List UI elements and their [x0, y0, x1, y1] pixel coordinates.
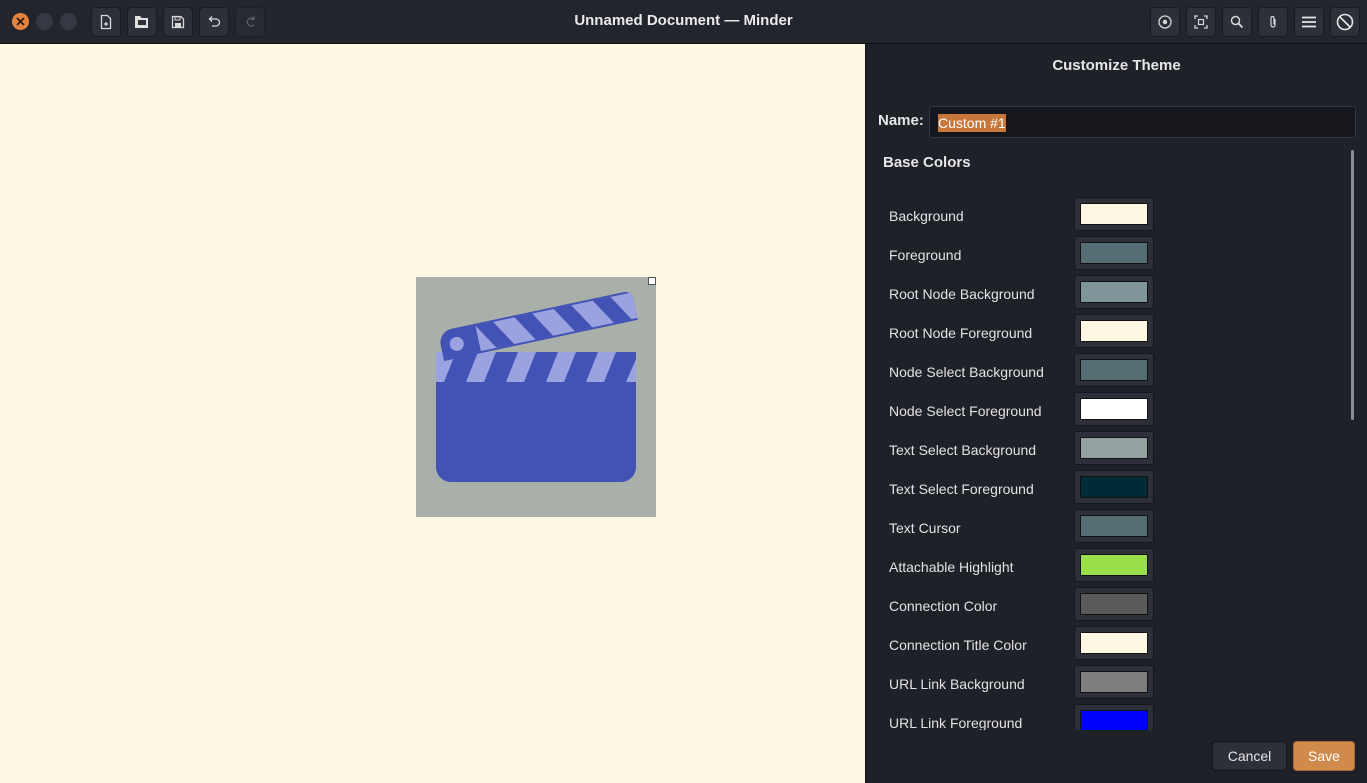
paperclip-icon	[1270, 15, 1276, 28]
color-row: Connection Title Color	[866, 625, 1346, 664]
color-swatch	[1080, 632, 1148, 654]
color-row: URL Link Background	[866, 664, 1346, 703]
color-row: Text Cursor	[866, 508, 1346, 547]
color-swatch	[1080, 398, 1148, 420]
base-colors-title: Base Colors	[883, 154, 971, 171]
new-document-button[interactable]	[91, 7, 121, 37]
title-bar: Unnamed Document — Minder	[0, 0, 1367, 44]
undo-button[interactable]	[199, 7, 229, 37]
color-picker-button[interactable]	[1074, 665, 1154, 699]
color-row: Text Select Foreground	[866, 469, 1346, 508]
color-row: Connection Color	[866, 586, 1346, 625]
save-document-button[interactable]	[163, 7, 193, 37]
redo-button[interactable]	[235, 7, 265, 37]
search-button[interactable]	[1222, 7, 1252, 37]
color-row: Background	[866, 196, 1346, 235]
color-picker-button[interactable]	[1074, 431, 1154, 465]
redo-icon	[246, 16, 255, 27]
panel-title: Customize Theme	[1052, 57, 1181, 74]
color-label: Text Select Foreground	[889, 481, 1034, 497]
maximize-window-button[interactable]	[60, 13, 77, 30]
zoom-fit-icon	[1194, 15, 1208, 29]
target-icon	[1158, 15, 1172, 29]
color-label: Connection Title Color	[889, 637, 1027, 653]
image-node[interactable]	[416, 277, 656, 517]
hamburger-icon	[1302, 16, 1316, 28]
color-row: Text Select Background	[866, 430, 1346, 469]
search-icon	[1230, 15, 1244, 29]
color-label: URL Link Background	[889, 676, 1025, 692]
focus-mode-button[interactable]	[1150, 7, 1180, 37]
save-button[interactable]: Save	[1293, 741, 1355, 771]
color-picker-button[interactable]	[1074, 470, 1154, 504]
close-window-button[interactable]	[12, 13, 29, 30]
color-row: Root Node Foreground	[866, 313, 1346, 352]
mind-map-canvas[interactable]	[0, 44, 865, 783]
color-label: Root Node Foreground	[889, 325, 1033, 341]
open-document-button[interactable]	[127, 7, 157, 37]
color-picker-button[interactable]	[1074, 314, 1154, 348]
undo-icon	[208, 16, 221, 27]
color-picker-button[interactable]	[1074, 509, 1154, 543]
color-picker-button[interactable]	[1074, 548, 1154, 582]
zoom-fit-button[interactable]	[1186, 7, 1216, 37]
open-folder-icon	[135, 16, 148, 28]
color-swatch	[1080, 554, 1148, 576]
color-row: URL Link Foreground	[866, 703, 1346, 730]
color-label: Node Select Background	[889, 364, 1044, 380]
color-label: Foreground	[889, 247, 962, 263]
clapperboard-icon	[436, 291, 638, 482]
color-picker-button[interactable]	[1074, 704, 1154, 730]
color-picker-button[interactable]	[1074, 392, 1154, 426]
color-swatch	[1080, 671, 1148, 693]
save-icon	[171, 15, 185, 29]
close-icon	[16, 17, 25, 26]
color-swatch	[1080, 359, 1148, 381]
minimize-window-button[interactable]	[36, 13, 53, 30]
color-swatch	[1080, 281, 1148, 303]
color-swatch	[1080, 476, 1148, 498]
new-file-icon	[100, 14, 112, 30]
color-swatch	[1080, 437, 1148, 459]
color-picker-button[interactable]	[1074, 626, 1154, 660]
color-swatch	[1080, 203, 1148, 225]
colors-list[interactable]: Background Foreground Root Node Backgrou…	[866, 184, 1350, 730]
color-picker-button[interactable]	[1074, 236, 1154, 270]
color-label: Text Select Background	[889, 442, 1037, 458]
color-row: Foreground	[866, 235, 1346, 274]
name-label: Name:	[878, 112, 924, 129]
color-label: Root Node Background	[889, 286, 1035, 302]
color-picker-button[interactable]	[1074, 275, 1154, 309]
color-picker-button[interactable]	[1074, 587, 1154, 621]
color-picker-button[interactable]	[1074, 197, 1154, 231]
theme-name-input[interactable]: Custom #1	[929, 106, 1356, 138]
color-swatch	[1080, 320, 1148, 342]
color-label: Background	[889, 208, 964, 224]
color-swatch	[1080, 593, 1148, 615]
cancel-button[interactable]: Cancel	[1212, 741, 1287, 771]
color-label: URL Link Foreground	[889, 715, 1023, 730]
color-row: Attachable Highlight	[866, 547, 1346, 586]
customize-theme-panel: Customize Theme Name: Custom #1 Base Col…	[865, 44, 1367, 783]
circle-slash-icon	[1336, 13, 1354, 31]
colors-scrollbar[interactable]	[1351, 150, 1354, 420]
color-swatch	[1080, 515, 1148, 537]
theme-name-value: Custom #1	[938, 114, 1006, 132]
color-label: Attachable Highlight	[889, 559, 1014, 575]
color-row: Root Node Background	[866, 274, 1346, 313]
node-resize-handle[interactable]	[648, 277, 656, 285]
color-label: Connection Color	[889, 598, 998, 614]
color-swatch	[1080, 710, 1148, 730]
menu-button[interactable]	[1294, 7, 1324, 37]
color-row: Node Select Background	[866, 352, 1346, 391]
properties-button[interactable]	[1330, 7, 1360, 37]
color-label: Text Cursor	[889, 520, 961, 536]
attach-button[interactable]	[1258, 7, 1288, 37]
color-row: Node Select Foreground	[866, 391, 1346, 430]
color-label: Node Select Foreground	[889, 403, 1042, 419]
color-swatch	[1080, 242, 1148, 264]
color-picker-button[interactable]	[1074, 353, 1154, 387]
